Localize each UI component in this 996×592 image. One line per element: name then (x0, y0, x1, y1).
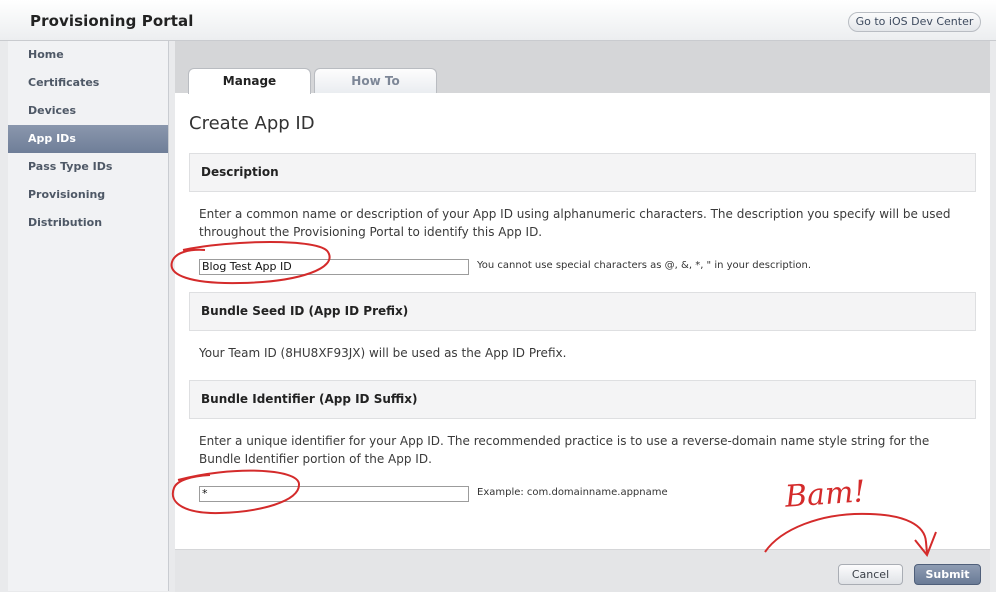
sidebar-item-distribution[interactable]: Distribution (8, 209, 168, 237)
bundle-identifier-field[interactable]: * (199, 486, 469, 502)
page-title: Create App ID (189, 113, 315, 134)
sidebar-item-provisioning[interactable]: Provisioning (8, 181, 168, 209)
sidebar-item-certificates[interactable]: Certificates (8, 69, 168, 97)
bundle-seed-text: Your Team ID (8HU8XF93JX) will be used a… (199, 346, 567, 360)
sidebar: Home Certificates Devices App IDs Pass T… (8, 41, 169, 591)
dev-center-button[interactable]: Go to iOS Dev Center (848, 12, 981, 32)
bundle-identifier-text: Enter a unique identifier for your App I… (199, 434, 930, 466)
bam-annotation: Bam! (783, 474, 867, 515)
submit-button[interactable]: Submit (914, 564, 981, 585)
sidebar-item-pass-type-ids[interactable]: Pass Type IDs (8, 153, 168, 181)
portal-title: Provisioning Portal (30, 12, 194, 30)
sidebar-item-app-ids[interactable]: App IDs (8, 125, 168, 153)
tab-manage[interactable]: Manage (188, 68, 311, 94)
description-text: Enter a common name or description of yo… (199, 207, 951, 239)
description-hint: You cannot use special characters as @, … (477, 260, 812, 271)
cancel-button[interactable]: Cancel (838, 564, 903, 585)
sidebar-item-home[interactable]: Home (8, 41, 168, 69)
description-heading: Description (189, 153, 976, 192)
tab-how-to[interactable]: How To (314, 68, 437, 94)
bundle-identifier-hint: Example: com.domainname.appname (477, 487, 668, 498)
bundle-identifier-heading: Bundle Identifier (App ID Suffix) (189, 380, 976, 419)
top-bar: Provisioning Portal Go to iOS Dev Center (0, 0, 996, 41)
bundle-seed-heading: Bundle Seed ID (App ID Prefix) (189, 292, 976, 331)
description-field[interactable]: Blog Test App ID (199, 259, 469, 275)
sidebar-item-devices[interactable]: Devices (8, 97, 168, 125)
